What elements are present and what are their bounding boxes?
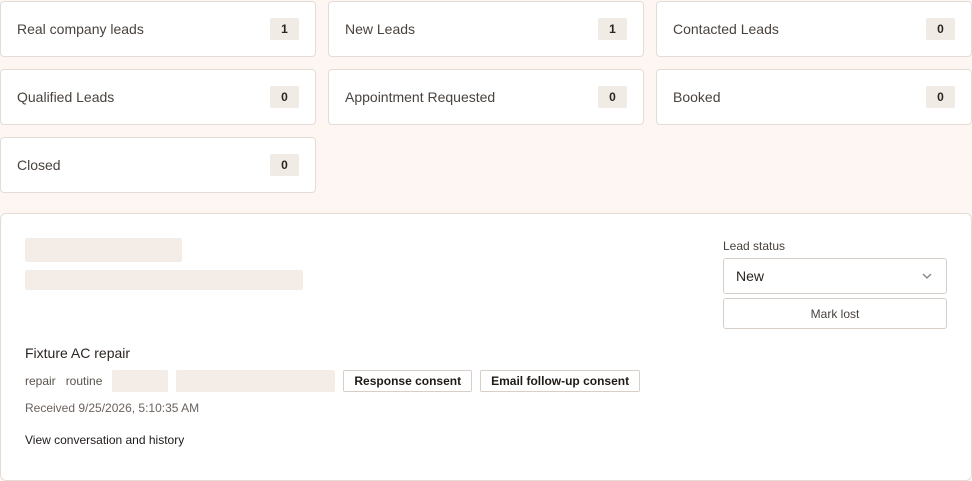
stat-label: Real company leads xyxy=(17,21,144,37)
lead-tag: repair xyxy=(25,374,56,388)
stat-card-qualified-leads[interactable]: Qualified Leads 0 xyxy=(0,69,316,125)
mark-lost-button[interactable]: Mark lost xyxy=(723,298,947,329)
stat-count-badge: 1 xyxy=(598,18,627,40)
lead-name-placeholder xyxy=(25,238,182,262)
lead-status-label: Lead status xyxy=(723,239,786,253)
lead-card: Lead status New Mark lost Fixture AC rep… xyxy=(0,213,972,481)
stat-card-new-leads[interactable]: New Leads 1 xyxy=(328,1,644,57)
stat-count-badge: 1 xyxy=(270,18,299,40)
stat-card-appointment-requested[interactable]: Appointment Requested 0 xyxy=(328,69,644,125)
lead-status-select[interactable]: New xyxy=(723,258,947,294)
leads-page: Real company leads 1 New Leads 1 Contact… xyxy=(0,0,972,481)
stat-label: Contacted Leads xyxy=(673,21,779,37)
stat-count-badge: 0 xyxy=(270,154,299,176)
stat-card-booked[interactable]: Booked 0 xyxy=(656,69,972,125)
stat-card-contacted-leads[interactable]: Contacted Leads 0 xyxy=(656,1,972,57)
stat-label: New Leads xyxy=(345,21,416,37)
response-consent-badge: Response consent xyxy=(343,370,473,392)
email-followup-consent-badge: Email follow-up consent xyxy=(480,370,641,392)
lead-received-timestamp: Received 9/25/2026, 5:10:35 AM xyxy=(25,401,200,415)
tag-placeholder xyxy=(176,370,336,392)
lead-stats-grid: Real company leads 1 New Leads 1 Contact… xyxy=(0,1,972,193)
lead-contact-placeholder xyxy=(25,270,303,290)
chevron-down-icon xyxy=(922,273,932,279)
view-conversation-link[interactable]: View conversation and history xyxy=(25,433,184,447)
stat-label: Closed xyxy=(17,157,61,173)
stat-label: Booked xyxy=(673,89,721,105)
lead-tag-row: repair routine Response consent Email fo… xyxy=(25,370,648,392)
stat-count-badge: 0 xyxy=(926,18,955,40)
stat-card-real-company-leads[interactable]: Real company leads 1 xyxy=(0,1,316,57)
lead-service-title: Fixture AC repair xyxy=(25,345,131,361)
stat-label: Qualified Leads xyxy=(17,89,115,105)
stat-count-badge: 0 xyxy=(598,86,627,108)
lead-status-value: New xyxy=(736,268,765,284)
lead-tag: routine xyxy=(65,374,103,388)
stat-count-badge: 0 xyxy=(926,86,955,108)
tag-placeholder xyxy=(112,370,169,392)
stat-count-badge: 0 xyxy=(270,86,299,108)
stat-label: Appointment Requested xyxy=(345,89,496,105)
lead-status-block: Lead status New Mark lost xyxy=(723,239,947,329)
stat-card-closed[interactable]: Closed 0 xyxy=(0,137,316,193)
